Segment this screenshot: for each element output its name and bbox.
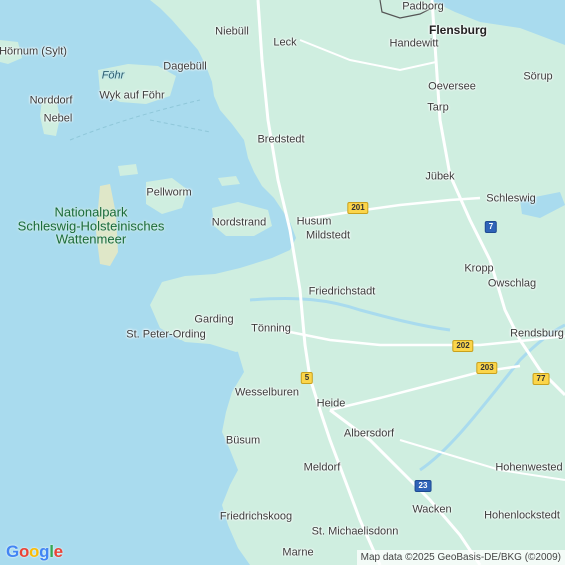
place-label-sorup[interactable]: Sörup — [523, 71, 552, 83]
place-label-pellworm[interactable]: Pellworm — [146, 187, 191, 199]
place-label-foehr[interactable]: Föhr — [102, 70, 125, 82]
place-label-friedrichstadt[interactable]: Friedrichstadt — [309, 286, 376, 298]
google-logo-letter: G — [6, 542, 19, 561]
google-logo-letter: e — [53, 542, 63, 561]
road-shield-5: 5 — [300, 372, 314, 384]
google-logo[interactable]: Google — [6, 542, 63, 562]
google-logo-letter: o — [18, 542, 30, 561]
place-label-wesselburen[interactable]: Wesselburen — [235, 387, 299, 399]
place-label-hohenlockstedt[interactable]: Hohenlockstedt — [484, 510, 560, 522]
place-label-handewitt[interactable]: Handewitt — [390, 38, 439, 50]
place-label-schleswig[interactable]: Schleswig — [486, 193, 536, 205]
place-label-owschlag[interactable]: Owschlag — [488, 278, 536, 290]
place-label-busum[interactable]: Büsum — [226, 435, 260, 447]
place-label-st-michaelisdonn[interactable]: St. Michaelisdonn — [312, 526, 399, 538]
place-label-garding[interactable]: Garding — [194, 314, 233, 326]
place-label-friedrichskoog[interactable]: Friedrichskoog — [220, 511, 292, 523]
place-label-rendsburg[interactable]: Rendsburg — [510, 328, 564, 340]
place-label-wyk[interactable]: Wyk auf Föhr — [99, 90, 164, 102]
place-label-mildstedt[interactable]: Mildstedt — [306, 230, 350, 242]
place-label-tarp[interactable]: Tarp — [427, 102, 448, 114]
place-label-meldorf[interactable]: Meldorf — [304, 462, 341, 474]
google-logo-letter: g — [39, 542, 50, 561]
road-shield-203: 203 — [476, 362, 498, 374]
national-park-label[interactable]: Nationalpark Schleswig-Holsteinisches Wa… — [18, 204, 165, 247]
map-canvas[interactable] — [0, 0, 565, 565]
road-shield-a23: 23 — [414, 480, 432, 492]
google-logo-letter: o — [29, 542, 40, 561]
road-shield-202: 202 — [452, 340, 474, 352]
place-label-st-peter-ording[interactable]: St. Peter-Ording — [126, 329, 205, 341]
hallig-1 — [118, 164, 138, 176]
place-label-niebull[interactable]: Niebüll — [215, 26, 249, 38]
park-label-line-1: Nationalpark — [54, 204, 128, 220]
road-shield-a7: 7 — [484, 221, 498, 233]
place-label-leck[interactable]: Leck — [273, 37, 296, 49]
place-label-norddorf[interactable]: Norddorf — [30, 95, 73, 107]
place-label-heide[interactable]: Heide — [317, 398, 346, 410]
place-label-dagebull[interactable]: Dagebüll — [163, 61, 206, 73]
place-label-padborg[interactable]: Padborg — [402, 1, 444, 13]
place-label-hohenwestedt[interactable]: Hohenwested — [495, 462, 562, 474]
place-label-kropp[interactable]: Kropp — [464, 263, 493, 275]
park-label-line-3: Wattenmeer — [55, 231, 127, 247]
place-label-hornum[interactable]: Hörnum (Sylt) — [0, 46, 67, 58]
road-shield-77: 77 — [532, 373, 550, 385]
place-label-bredstedt[interactable]: Bredstedt — [257, 134, 304, 146]
place-label-oeversee[interactable]: Oeversee — [428, 81, 476, 93]
place-label-husum[interactable]: Husum — [297, 216, 332, 228]
place-label-tonning[interactable]: Tönning — [251, 323, 291, 335]
place-label-jubek[interactable]: Jübek — [425, 171, 454, 183]
place-label-nordstrand[interactable]: Nordstrand — [212, 217, 266, 229]
road-shield-201: 201 — [347, 202, 369, 214]
place-label-albersdorf[interactable]: Albersdorf — [344, 428, 394, 440]
map-attribution[interactable]: Map data ©2025 GeoBasis-DE/BKG (©2009) — [356, 550, 565, 565]
place-label-wacken[interactable]: Wacken — [412, 504, 451, 516]
place-label-flensburg[interactable]: Flensburg — [429, 24, 487, 36]
place-label-nebel[interactable]: Nebel — [44, 113, 73, 125]
place-label-marne[interactable]: Marne — [282, 547, 313, 559]
